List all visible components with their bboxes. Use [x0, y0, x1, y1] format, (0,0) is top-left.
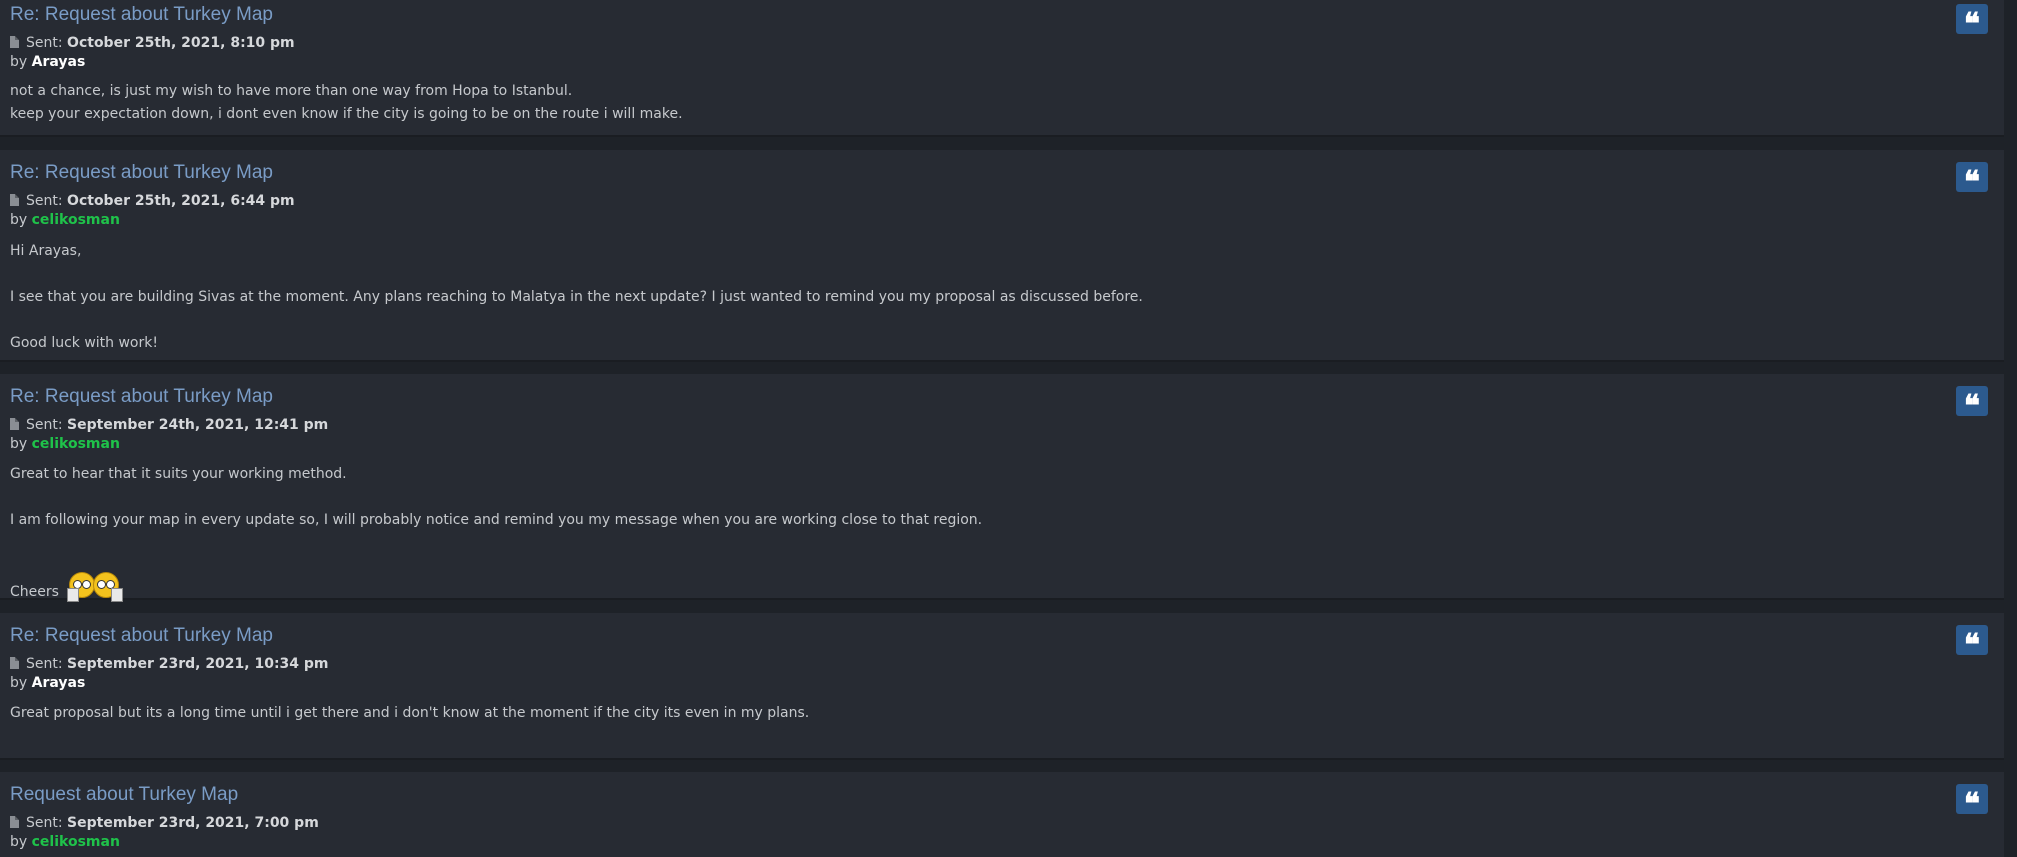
post: Re: Request about Turkey Map Sent: Septe…: [0, 613, 2004, 760]
content-line: not a chance, is just my wish to have mo…: [10, 83, 573, 99]
sent-label: Sent:: [26, 815, 63, 831]
file-icon: [10, 36, 19, 48]
post-date: October 25th, 2021, 6:44 pm: [67, 193, 295, 209]
post-date: October 25th, 2021, 8:10 pm: [67, 35, 295, 51]
post: Re: Request about Turkey Map Sent: Septe…: [0, 374, 2004, 602]
sent-label: Sent:: [26, 656, 63, 672]
quote-icon: ❝: [1963, 787, 1981, 822]
post: Request about Turkey Map Sent: September…: [0, 772, 2004, 857]
file-icon: [10, 657, 19, 669]
post-date: September 23rd, 2021, 7:00 pm: [67, 815, 319, 831]
by-label: by: [10, 834, 28, 850]
post-title-link[interactable]: Re: Request about Turkey Map: [10, 386, 273, 408]
by-label: by: [10, 675, 28, 691]
author-link[interactable]: celikosman: [32, 436, 120, 452]
content-line: I see that you are building Sivas at the…: [10, 289, 1143, 305]
post-date: September 24th, 2021, 12:41 pm: [67, 417, 329, 433]
sent-label: Sent:: [26, 193, 63, 209]
by-label: by: [10, 212, 28, 228]
by-label: by: [10, 54, 28, 70]
post-date: September 23rd, 2021, 10:34 pm: [67, 656, 329, 672]
quote-button[interactable]: ❝: [1956, 4, 1988, 40]
cheers-smiley-icon: [67, 568, 124, 602]
cheers-text: Cheers: [10, 584, 59, 600]
post-meta: Sent: September 23rd, 2021, 10:34 pm by …: [10, 655, 329, 693]
post-title-link[interactable]: Request about Turkey Map: [10, 784, 238, 806]
quote-icon: ❝: [1963, 7, 1981, 42]
content-line: I am following your map in every update …: [10, 512, 983, 528]
sent-label: Sent:: [26, 417, 63, 433]
post-content: Hi Arayas, I see that you are building S…: [10, 240, 1143, 355]
post: Re: Request about Turkey Map Sent: Octob…: [0, 150, 2004, 362]
post-meta: Sent: October 25th, 2021, 8:10 pm by Ara…: [10, 34, 295, 72]
by-label: by: [10, 436, 28, 452]
post-content: Great proposal but its a long time until…: [10, 702, 809, 725]
file-icon: [10, 418, 19, 430]
quote-icon: ❝: [1963, 389, 1981, 424]
quote-icon: ❝: [1963, 165, 1981, 200]
post: Re: Request about Turkey Map Sent: Octob…: [0, 0, 2004, 137]
content-line: keep your expectation down, i dont even …: [10, 106, 683, 122]
content-line: Good luck with work!: [10, 335, 158, 351]
post-title-link[interactable]: Re: Request about Turkey Map: [10, 4, 273, 26]
post-meta: Sent: October 25th, 2021, 6:44 pm by cel…: [10, 192, 295, 230]
post-content: Great to hear that it suits your working…: [10, 463, 982, 604]
quote-button[interactable]: ❝: [1956, 784, 1988, 820]
content-line: Great proposal but its a long time until…: [10, 705, 810, 721]
sent-label: Sent:: [26, 35, 63, 51]
post-content: not a chance, is just my wish to have mo…: [10, 80, 683, 126]
author-link[interactable]: celikosman: [32, 212, 120, 228]
author-link[interactable]: Arayas: [32, 675, 86, 691]
quote-icon: ❝: [1963, 628, 1981, 663]
author-link[interactable]: celikosman: [32, 834, 120, 850]
file-icon: [10, 194, 19, 206]
file-icon: [10, 816, 19, 828]
quote-button[interactable]: ❝: [1956, 625, 1988, 661]
post-meta: Sent: September 23rd, 2021, 7:00 pm by c…: [10, 814, 319, 852]
post-meta: Sent: September 24th, 2021, 12:41 pm by …: [10, 416, 328, 454]
quote-button[interactable]: ❝: [1956, 386, 1988, 422]
quote-button[interactable]: ❝: [1956, 162, 1988, 198]
post-title-link[interactable]: Re: Request about Turkey Map: [10, 625, 273, 647]
post-title-link[interactable]: Re: Request about Turkey Map: [10, 162, 273, 184]
content-line: Great to hear that it suits your working…: [10, 466, 347, 482]
author-link[interactable]: Arayas: [32, 54, 86, 70]
content-line: Cheers: [10, 568, 982, 604]
content-line: Hi Arayas,: [10, 243, 82, 259]
